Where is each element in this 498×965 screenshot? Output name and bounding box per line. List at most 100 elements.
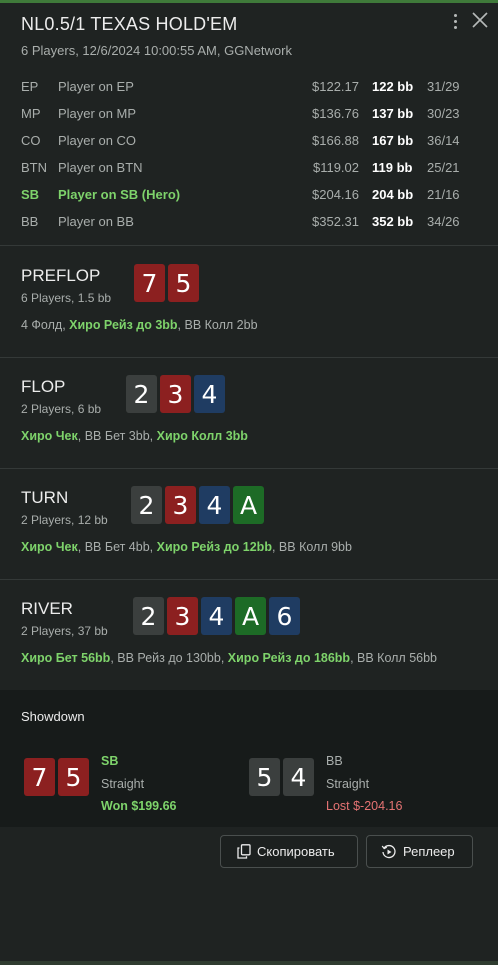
playing-card: 5 — [58, 758, 89, 796]
hero-action: Хиро Чек — [21, 540, 78, 554]
player-name: Player on EP — [58, 79, 134, 94]
playing-card: 4 — [194, 375, 225, 413]
showdown-title: Showdown — [21, 709, 85, 724]
playing-card: 5 — [168, 264, 199, 302]
opponent-action: BB Рейз до 130bb — [117, 651, 221, 665]
player-stats: 21/16 — [427, 187, 460, 202]
player-position: BB — [21, 214, 39, 229]
opponent-action: BB Колл 9bb — [278, 540, 352, 554]
street-actions: Хиро Чек, BB Бет 4bb, Хиро Рейз до 12bb,… — [21, 540, 352, 554]
player-stats: 25/21 — [427, 160, 460, 175]
player-stack: $122.17 — [312, 79, 359, 94]
player-name: Player on BB — [58, 214, 134, 229]
player-name: Player on CO — [58, 133, 137, 148]
close-icon[interactable] — [470, 10, 490, 30]
street-info: 2 Players, 12 bb — [21, 513, 108, 527]
street-name: PREFLOP — [21, 266, 101, 285]
playing-card: 3 — [160, 375, 191, 413]
replayer-button[interactable]: Реплеер — [366, 835, 473, 868]
hero-action: Хиро Колл 3bb — [156, 429, 248, 443]
street-name: FLOP — [21, 377, 66, 396]
player-stack-bb: 137 bb — [372, 106, 414, 121]
street-name: TURN — [21, 488, 69, 507]
player-stack: $166.88 — [312, 133, 359, 148]
player-stack-bb: 167 bb — [372, 133, 414, 148]
hero-position: SB — [101, 754, 119, 768]
hero-result-info: SB Straight Won $199.66 — [101, 750, 177, 818]
opponent-action: 4 Фолд — [21, 318, 63, 332]
player-stats: 34/26 — [427, 214, 460, 229]
player-stack: $119.02 — [312, 160, 359, 175]
player-row-btn: BTN Player on BTN $119.02 119 bb 25/21 — [0, 156, 498, 183]
opponent-action: BB Бет 4bb — [84, 540, 150, 554]
board-cards: 234 — [126, 375, 225, 413]
player-row-mp: MP Player on MP $136.76 137 bb 30/23 — [0, 102, 498, 129]
playing-card: 3 — [165, 486, 196, 524]
hero-action: Хиро Рейз до 12bb — [156, 540, 272, 554]
player-position: EP — [21, 79, 39, 94]
hero-action: Хиро Бет 56bb — [21, 651, 111, 665]
street-river: RIVER 2 Players, 37 bb 234A6 Хиро Бет 56… — [0, 580, 498, 691]
villain-hole-cards: 54 — [249, 758, 314, 796]
street-name: RIVER — [21, 599, 73, 618]
copy-button-label: Скопировать — [257, 844, 335, 859]
players-table: EP Player on EP $122.17 122 bb 31/29 MP … — [0, 75, 498, 237]
player-stack-bb: 119 bb — [372, 160, 413, 175]
player-stats: 31/29 — [427, 79, 460, 94]
copy-icon — [237, 844, 251, 859]
hero-action: Хиро Рейз до 186bb — [227, 651, 351, 665]
player-name: Player on MP — [58, 106, 137, 121]
player-stack: $136.76 — [312, 106, 359, 121]
player-stats: 36/14 — [427, 133, 460, 148]
player-position: BTN — [21, 160, 47, 175]
player-stack-bb: 122 bb — [372, 79, 414, 94]
board-cards: 234A6 — [133, 597, 300, 635]
hero-action: Хиро Рейз до 3bb — [69, 318, 178, 332]
opponent-action: BB Бет 3bb — [84, 429, 150, 443]
street-actions: Хиро Бет 56bb, BB Рейз до 130bb, Хиро Ре… — [21, 651, 438, 665]
hero-action: Хиро Чек — [21, 429, 78, 443]
hand-subtitle: 6 Players, 12/6/2024 10:00:55 AM, GGNetw… — [21, 43, 292, 58]
player-stack: $204.16 — [312, 187, 359, 202]
replay-icon — [381, 844, 396, 858]
playing-card: A — [233, 486, 264, 524]
copy-button[interactable]: Скопировать — [220, 835, 358, 868]
street-info: 2 Players, 37 bb — [21, 624, 108, 638]
playing-card: 7 — [134, 264, 165, 302]
playing-card: 2 — [126, 375, 157, 413]
villain-hand-rank: Straight — [326, 776, 370, 791]
playing-card: 4 — [199, 486, 230, 524]
hero-hand-rank: Straight — [101, 776, 145, 791]
player-stack-bb: 352 bb — [372, 214, 414, 229]
player-position: MP — [21, 106, 41, 121]
player-row-bb: BB Player on BB $352.31 352 bb 34/26 — [0, 210, 498, 237]
hand-title: NL0.5/1 TEXAS HOLD'EM — [21, 14, 238, 34]
villain-position: BB — [326, 754, 343, 768]
hand-header: NL0.5/1 TEXAS HOLD'EM 6 Players, 12/6/20… — [0, 3, 498, 246]
replayer-button-label: Реплеер — [403, 844, 455, 859]
hero-won-amount: Won $199.66 — [101, 799, 177, 813]
hole-cards: 75 — [134, 264, 199, 302]
board-cards: 234A — [131, 486, 264, 524]
playing-card: A — [235, 597, 266, 635]
player-row-ep: EP Player on EP $122.17 122 bb 31/29 — [0, 75, 498, 102]
street-flop: FLOP 2 Players, 6 bb 234 Хиро Чек, BB Бе… — [0, 358, 498, 469]
player-row-co: CO Player on CO $166.88 167 bb 36/14 — [0, 129, 498, 156]
player-stats: 30/23 — [427, 106, 460, 121]
villain-lost-amount: Lost $-204.16 — [326, 799, 403, 813]
hero-hole-cards: 75 — [24, 758, 89, 796]
playing-card: 4 — [201, 597, 232, 635]
playing-card: 6 — [269, 597, 300, 635]
street-actions: 4 Фолд, Хиро Рейз до 3bb, BB Колл 2bb — [21, 318, 258, 332]
street-turn: TURN 2 Players, 12 bb 234A Хиро Чек, BB … — [0, 469, 498, 580]
playing-card: 7 — [24, 758, 55, 796]
player-position: SB — [21, 187, 40, 202]
street-info: 2 Players, 6 bb — [21, 402, 102, 416]
street-actions: Хиро Чек, BB Бет 3bb, Хиро Колл 3bb — [21, 429, 248, 443]
kebab-menu-icon[interactable] — [448, 11, 462, 31]
opponent-action: BB Колл 56bb — [357, 651, 438, 665]
player-position: CO — [21, 133, 41, 148]
villain-result-info: BB Straight Lost $-204.16 — [326, 750, 402, 818]
playing-card: 2 — [131, 486, 162, 524]
player-stack: $352.31 — [312, 214, 359, 229]
